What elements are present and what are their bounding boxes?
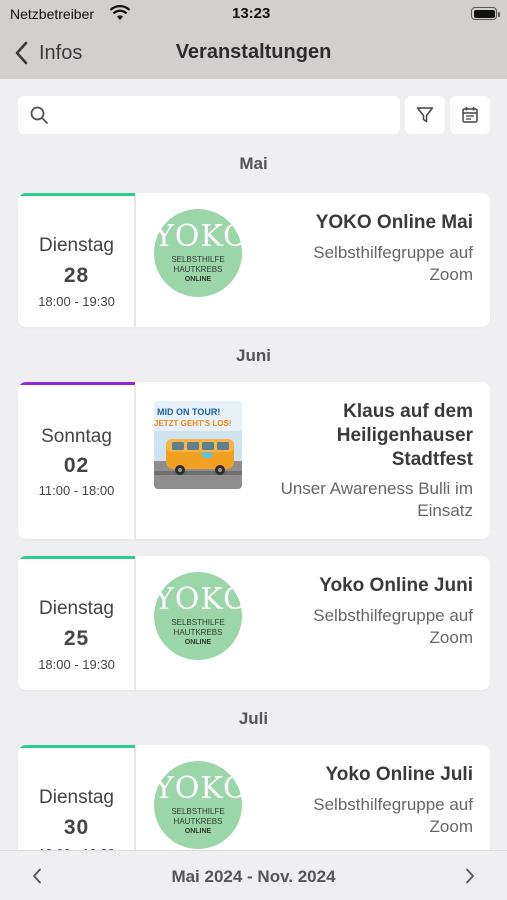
event-subtitle: Selbsthilfegruppe auf Zoom xyxy=(313,795,473,836)
period-bar: Mai 2024 - Nov. 2024 xyxy=(0,850,507,900)
yoko-logo-image: YOKO SELBSTHILFE HAUTKREBS ONLINE xyxy=(154,209,242,297)
event-weekday: Dienstag xyxy=(39,787,114,808)
month-header-mai: Mai xyxy=(239,154,268,173)
event-accent-bar xyxy=(18,556,135,559)
event-day: 25 xyxy=(63,627,90,650)
next-period-button[interactable] xyxy=(460,865,480,887)
event-date-column: Sonntag 02 11:00 - 18:00 xyxy=(18,382,136,539)
event-title: Yoko Online Juni xyxy=(319,575,473,596)
event-date-column: Dienstag 28 18:00 - 19:30 xyxy=(18,193,136,327)
event-subtitle: Selbsthilfegruppe auf Zoom xyxy=(313,606,473,647)
event-weekday: Dienstag xyxy=(39,598,114,619)
navigation-bar: Infos Veranstaltungen xyxy=(0,28,507,79)
event-day: 30 xyxy=(63,816,90,839)
event-date-column: Dienstag 25 18:00 - 19:30 xyxy=(18,556,136,690)
calendar-icon xyxy=(462,107,478,123)
page-title: Veranstaltungen xyxy=(175,41,332,63)
yoko-logo-image: YOKO SELBSTHILFE HAUTKREBS ONLINE xyxy=(154,572,242,660)
event-card[interactable]: Dienstag 28 18:00 - 19:30 YOKO SELBSTHIL… xyxy=(18,193,490,327)
period-label: Mai 2024 - Nov. 2024 xyxy=(171,867,336,886)
event-accent-bar xyxy=(18,193,135,196)
event-time: 18:00 - 19:30 xyxy=(38,294,115,309)
event-day: 02 xyxy=(63,454,90,477)
battery-icon xyxy=(471,7,500,20)
chevron-right-icon xyxy=(466,868,474,884)
bus-photo-image: MID ON TOUR! JETZT GEHT'S LOS! xyxy=(154,401,242,489)
search-input[interactable] xyxy=(56,96,400,134)
search-icon xyxy=(30,106,48,124)
search-bar[interactable] xyxy=(18,96,400,134)
event-accent-bar xyxy=(18,382,135,385)
filter-icon xyxy=(416,107,434,123)
yoko-logo-image: YOKO SELBSTHILFE HAUTKREBS ONLINE xyxy=(154,761,242,849)
event-card[interactable]: Dienstag 25 18:00 - 19:30 YOKO SELBSTHIL… xyxy=(18,556,490,690)
carrier-label: Netzbetreiber xyxy=(10,6,95,22)
event-title: YOKO Online Mai xyxy=(315,212,473,233)
event-day: 28 xyxy=(63,264,90,287)
clock: 13:23 xyxy=(232,5,271,22)
month-header-juni: Juni xyxy=(236,346,271,365)
wifi-icon xyxy=(110,5,130,20)
event-title: Klaus auf dem Heiligenhauser Stadtfest xyxy=(336,401,473,470)
event-weekday: Sonntag xyxy=(41,426,112,447)
event-time: 11:00 - 18:00 xyxy=(38,483,115,498)
event-time: 18:00 - 19:30 xyxy=(38,657,115,672)
event-subtitle: Selbsthilfegruppe auf Zoom xyxy=(313,243,473,284)
status-bar: Netzbetreiber 13:23 xyxy=(0,0,507,28)
event-card[interactable]: Sonntag 02 11:00 - 18:00 MID ON TOUR! JE… xyxy=(18,382,490,539)
event-accent-bar xyxy=(18,745,135,748)
calendar-button[interactable] xyxy=(450,96,490,134)
month-header-juli: Juli xyxy=(238,709,269,728)
event-weekday: Dienstag xyxy=(39,235,114,256)
filter-button[interactable] xyxy=(405,96,445,134)
event-title: Yoko Online Juli xyxy=(325,764,473,785)
event-subtitle: Unser Awareness Bulli im Einsatz xyxy=(280,479,473,520)
